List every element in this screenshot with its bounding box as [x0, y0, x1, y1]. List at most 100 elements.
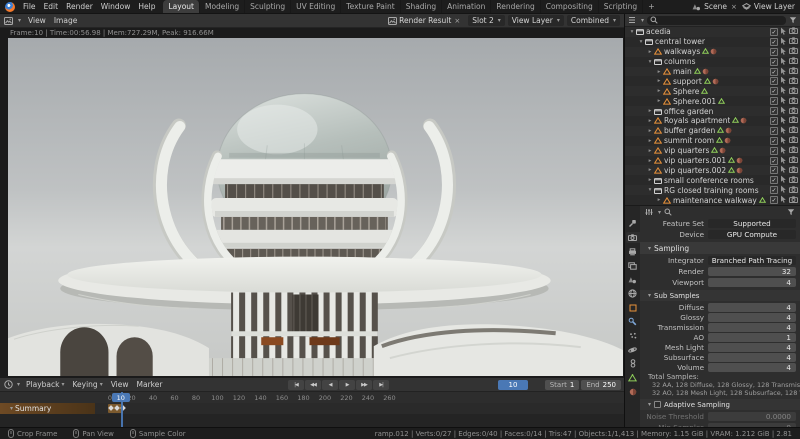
render-visibility-toggle[interactable]: [789, 57, 798, 66]
outliner-row-buffer-garden[interactable]: ▸buffer garden✓: [625, 126, 800, 136]
feature-set-dropdown[interactable]: Supported: [708, 219, 796, 228]
summary-track[interactable]: [95, 403, 624, 414]
viewport-samples-field[interactable]: 4: [708, 278, 796, 287]
properties-tab-constraints[interactable]: [626, 358, 640, 369]
outliner-row-small-conference-rooms[interactable]: ▸small conference rooms✓: [625, 175, 800, 185]
jump-to-start-button[interactable]: |◀: [288, 380, 304, 390]
start-frame-field[interactable]: Start1: [545, 380, 580, 390]
outliner-row-royals-apartment[interactable]: ▸Royals apartment✓: [625, 116, 800, 126]
exclude-checkbox[interactable]: ✓: [770, 157, 778, 165]
image-editor-icon[interactable]: [4, 17, 13, 25]
exclude-checkbox[interactable]: ✓: [770, 87, 778, 95]
properties-tab-modifiers[interactable]: [626, 316, 640, 327]
render-visibility-toggle[interactable]: [789, 67, 798, 76]
add-workspace-button[interactable]: +: [643, 2, 660, 11]
playhead-frame-label[interactable]: 10: [112, 393, 130, 402]
expand-icon[interactable]: ▸: [646, 148, 654, 154]
selectable-toggle[interactable]: [780, 67, 787, 77]
workspace-tab-texture-paint[interactable]: Texture Paint: [341, 0, 400, 13]
outliner-row-maintenance-walkway[interactable]: ▸maintenance walkway✓: [625, 195, 800, 205]
exclude-checkbox[interactable]: ✓: [770, 68, 778, 76]
menu-marker[interactable]: Marker: [133, 378, 167, 391]
play-reverse-button[interactable]: ◀: [322, 380, 338, 390]
collapse-icon[interactable]: ▾: [628, 29, 636, 35]
exclude-checkbox[interactable]: ✓: [770, 147, 778, 155]
outliner-row-rg-closed-training-rooms[interactable]: ▾RG closed training rooms✓: [625, 185, 800, 195]
menu-render[interactable]: Render: [62, 0, 97, 13]
outliner-row-central-tower[interactable]: ▾central tower✓: [625, 37, 800, 47]
workspace-tab-modeling[interactable]: Modeling: [200, 0, 245, 13]
properties-tab-physics[interactable]: [626, 344, 640, 355]
expand-icon[interactable]: ▸: [646, 49, 654, 55]
outliner-search-input[interactable]: [647, 16, 786, 25]
selectable-toggle[interactable]: [780, 156, 787, 166]
selectable-toggle[interactable]: [780, 106, 787, 116]
render-visibility-toggle[interactable]: [789, 97, 798, 106]
selectable-toggle[interactable]: [780, 185, 787, 195]
previous-keyframe-button[interactable]: ◀◀: [305, 380, 321, 390]
properties-tab-render[interactable]: [626, 232, 640, 243]
pass-dropdown[interactable]: Combined ▾: [567, 15, 620, 26]
noise-threshold-field[interactable]: 0.0000: [708, 412, 796, 421]
properties-tab-object[interactable]: [626, 302, 640, 313]
selectable-toggle[interactable]: [780, 76, 787, 86]
expand-icon[interactable]: ▸: [646, 118, 654, 124]
properties-tab-object-data[interactable]: [626, 372, 640, 383]
menu-window[interactable]: Window: [97, 0, 135, 13]
selectable-toggle[interactable]: [780, 27, 787, 37]
expand-icon[interactable]: ▸: [646, 108, 654, 114]
workspace-tab-sculpting[interactable]: Sculpting: [245, 0, 291, 13]
workspace-tab-scripting[interactable]: Scripting: [599, 0, 643, 13]
exclude-checkbox[interactable]: ✓: [770, 38, 778, 46]
exclude-checkbox[interactable]: ✓: [770, 127, 778, 135]
layer-dropdown[interactable]: View Layer ▾: [508, 15, 564, 26]
selectable-toggle[interactable]: [780, 165, 787, 175]
exclude-checkbox[interactable]: ✓: [770, 58, 778, 66]
jump-to-end-button[interactable]: ▶|: [373, 380, 389, 390]
expand-icon[interactable]: ▸: [646, 138, 654, 144]
expand-icon[interactable]: ▸: [655, 78, 663, 84]
sub-samples-panel-header[interactable]: ▾ Sub Samples: [640, 290, 800, 301]
outliner-row-support[interactable]: ▸support✓: [625, 76, 800, 86]
glossy-samples-field[interactable]: 4: [708, 313, 796, 322]
exclude-checkbox[interactable]: ✓: [770, 117, 778, 125]
expand-icon[interactable]: ▸: [655, 98, 663, 104]
selectable-toggle[interactable]: [780, 57, 787, 67]
selectable-toggle[interactable]: [780, 195, 787, 205]
selectable-toggle[interactable]: [780, 146, 787, 156]
exclude-checkbox[interactable]: ✓: [770, 28, 778, 36]
filter-icon[interactable]: [789, 16, 797, 24]
exclude-checkbox[interactable]: ✓: [770, 176, 778, 184]
selectable-toggle[interactable]: [780, 116, 787, 126]
render-visibility-toggle[interactable]: [789, 126, 798, 135]
collapse-icon[interactable]: ▾: [646, 187, 654, 193]
outliner-row-vip-quarters-001[interactable]: ▸vip quarters.001✓: [625, 156, 800, 166]
outliner-row-vip-quarters[interactable]: ▸vip quarters✓: [625, 146, 800, 156]
collapse-icon[interactable]: ▾: [646, 59, 654, 65]
expand-icon[interactable]: ▸: [655, 197, 663, 203]
timeline-editor-icon[interactable]: [4, 380, 13, 389]
exclude-checkbox[interactable]: ✓: [770, 196, 778, 204]
exclude-checkbox[interactable]: ✓: [770, 137, 778, 145]
image-datablock-selector[interactable]: Render Result ×: [384, 15, 465, 26]
expand-icon[interactable]: ▸: [655, 69, 663, 75]
workspace-tab-uv-editing[interactable]: UV Editing: [291, 0, 341, 13]
menu-help[interactable]: Help: [134, 0, 159, 13]
menu-image[interactable]: Image: [50, 14, 82, 27]
properties-editor-icon[interactable]: [645, 208, 653, 216]
selectable-toggle[interactable]: [780, 47, 787, 57]
properties-tab-scene[interactable]: [626, 274, 640, 285]
selectable-toggle[interactable]: [780, 175, 787, 185]
end-frame-field[interactable]: End250: [581, 380, 621, 390]
selectable-toggle[interactable]: [780, 136, 787, 146]
transmission-samples-field[interactable]: 4: [708, 323, 796, 332]
render-visibility-toggle[interactable]: [789, 77, 798, 86]
menu-edit[interactable]: Edit: [40, 0, 63, 13]
slot-dropdown[interactable]: Slot 2 ▾: [468, 15, 505, 26]
render-visibility-toggle[interactable]: [789, 107, 798, 116]
selectable-toggle[interactable]: [780, 37, 787, 47]
render-result-image[interactable]: [0, 38, 623, 378]
outliner-row-columns[interactable]: ▾columns✓: [625, 57, 800, 67]
adaptive-sampling-header[interactable]: ▾ Adaptive Sampling: [640, 399, 800, 410]
render-visibility-toggle[interactable]: [789, 37, 798, 46]
